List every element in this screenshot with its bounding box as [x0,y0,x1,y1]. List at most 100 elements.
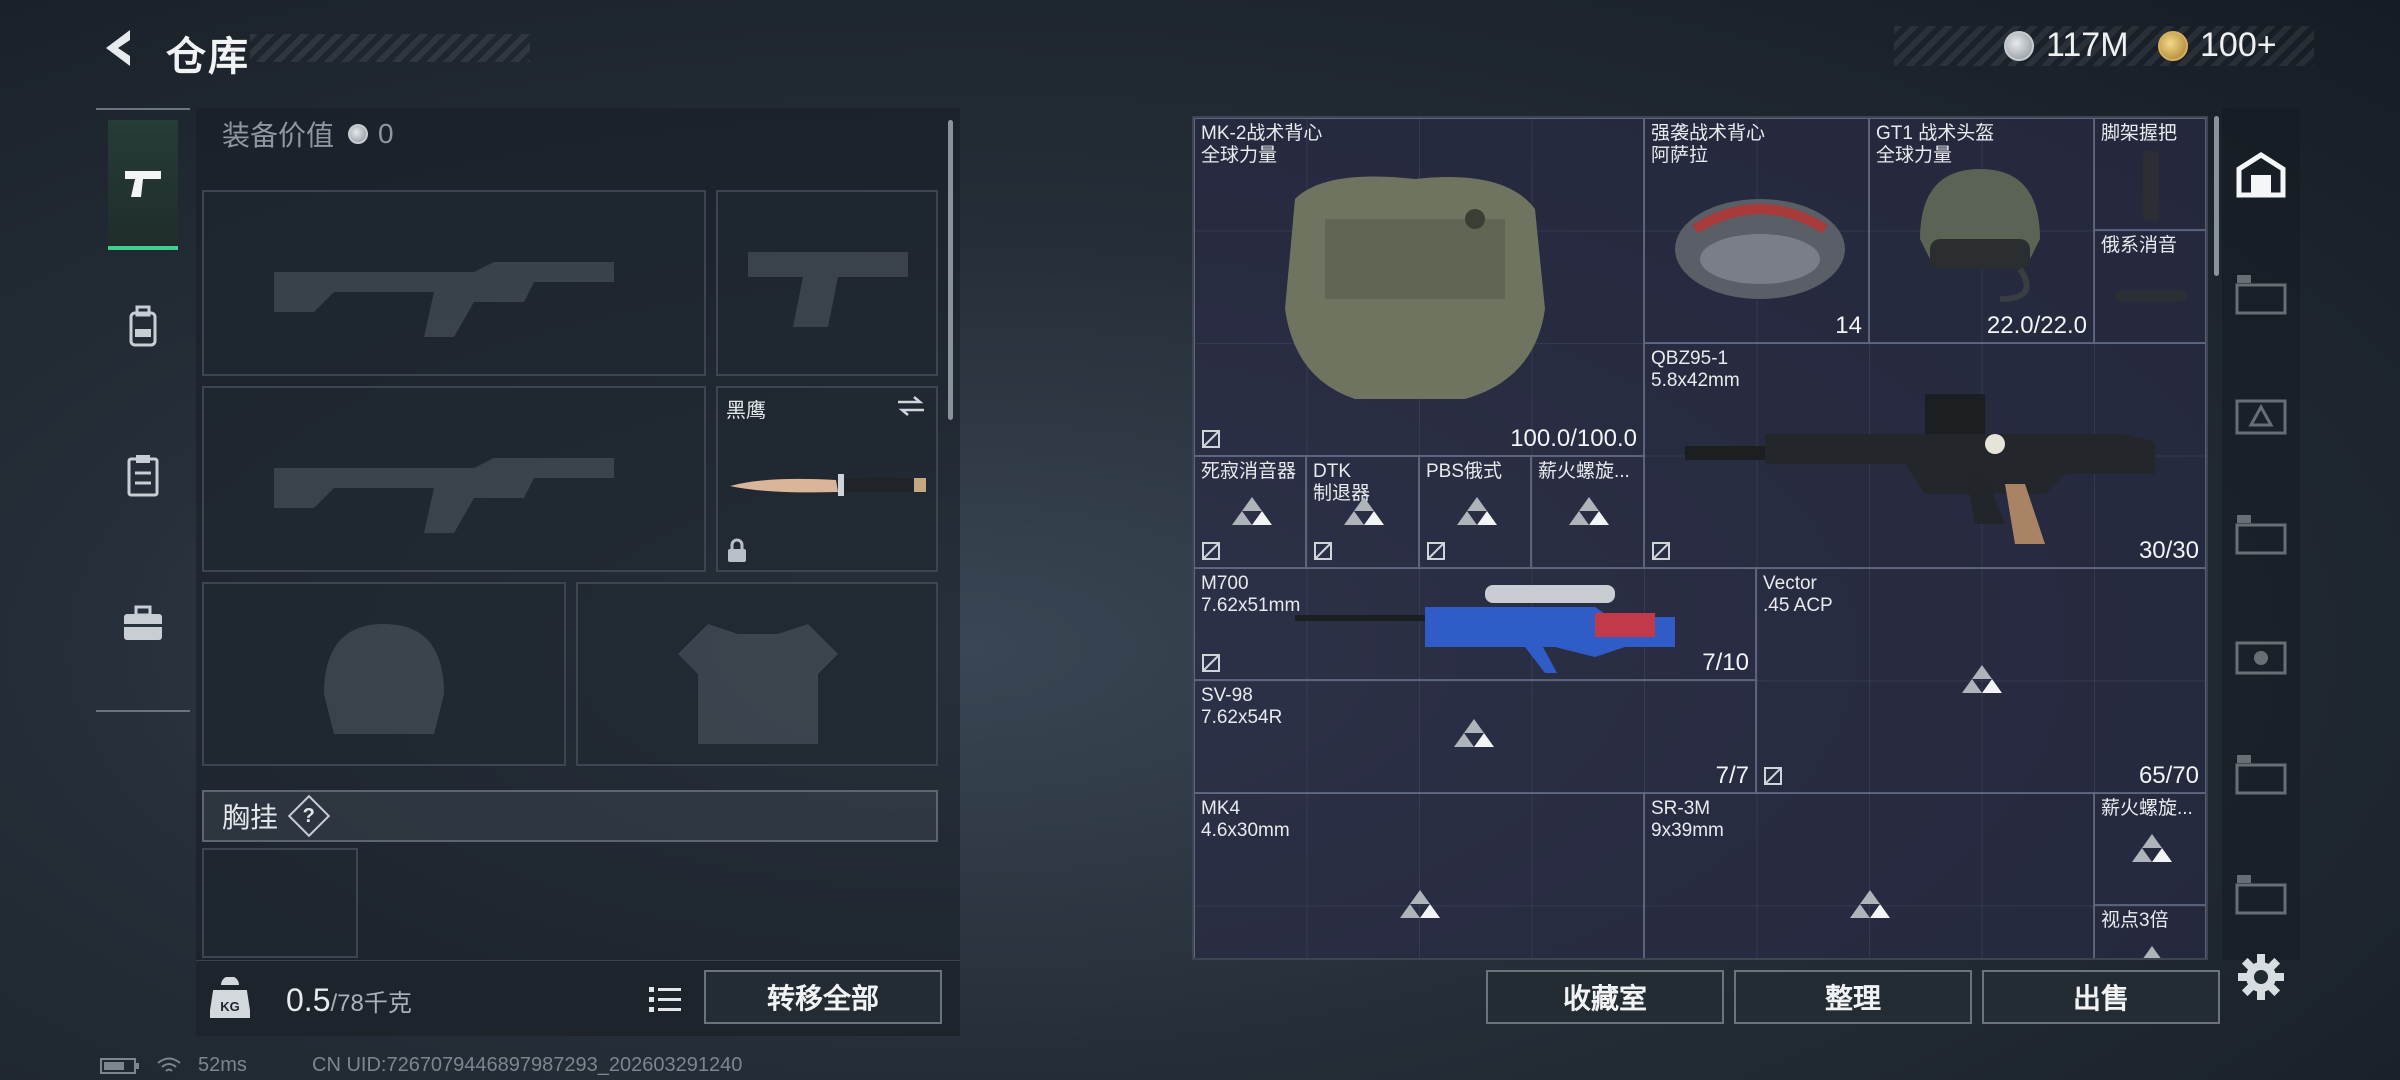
weight-current: 0.5 [286,982,331,1018]
storage-tab-case-5[interactable] [2230,624,2292,686]
backpack-icon [129,305,157,347]
storage-item-assault-backpack[interactable]: 强袭战术背心 阿萨拉 14 [1644,118,1869,343]
storage-item-spiral-2[interactable]: 薪火螺旋... [2094,793,2206,905]
melee-slot[interactable]: 黑鹰 [716,386,938,572]
equipment-scrollbar[interactable] [948,120,953,420]
list-icon [649,987,681,1012]
weight-readout: 0.5/78千克 [286,982,412,1019]
rarity-triangle-icon [1457,497,1497,525]
item-name: M700 7.62x51mm [1201,573,1301,616]
item-ammo: 7/7 [1715,762,1749,789]
currency-silver: 117M [2004,26,2129,65]
gold-coin-icon [2158,30,2188,61]
storage-item-spiral-1[interactable]: 薪火螺旋... [1531,456,1644,568]
chest-rig-header: 胸挂 ? [202,790,938,842]
primary-weapon-slot[interactable] [202,190,706,376]
silver-amount: 117M [2046,26,2129,64]
back-button[interactable] [96,22,148,74]
swap-icon[interactable] [896,394,926,418]
storage-item-bipod-grip[interactable]: 脚架握把 [2094,118,2206,230]
transfer-all-button[interactable]: 转移全部 [704,970,942,1024]
item-name: MK4 4.6x30mm [1201,798,1290,841]
storage-item-sr3m[interactable]: SR-3M 9x39mm [1644,793,2094,958]
weight-icon: KG [206,974,254,1022]
storage-item-gt1-helmet[interactable]: GT1 战术头盔 全球力量 22.0/22.0 [1869,118,2094,343]
weight-max: /78千克 [330,990,412,1017]
helmet-silhouette-icon [324,624,444,734]
equipment-value-amount: 0 [378,118,394,149]
no-insure-icon [1427,542,1445,560]
sort-button[interactable]: 整理 [1734,970,1972,1024]
case-tab-icon [2235,515,2287,555]
item-name: 死寂消音器 [1201,461,1297,482]
tab-backpack[interactable] [108,262,178,392]
clipboard-icon [127,455,159,497]
knife-icon [730,474,926,496]
storage-item-qbz95[interactable]: QBZ95-1 5.8x42mm 30/30 [1644,343,2206,568]
storage-tabs-rail [2222,108,2300,960]
briefcase-icon [124,605,162,640]
kg-badge-text: KG [220,999,240,1014]
grip-icon [2143,151,2159,221]
tab-armor[interactable] [108,410,178,540]
armor-slot[interactable] [576,582,938,766]
silver-coin-icon [2004,30,2034,61]
tab-cases[interactable] [108,558,178,688]
storage-item-dtk-brake[interactable]: DTK 制退器 [1306,456,1419,568]
currency-gold[interactable]: 100+ [2158,26,2277,65]
pistol-icon [125,171,161,197]
list-view-button[interactable] [640,976,690,1022]
helmet-tab-icon [2236,152,2286,198]
storage-grid: MK-2战术背心 全球力量 100.0/100.0 强袭战术背心 阿萨拉 14 … [1192,116,2208,960]
storage-tab-main[interactable] [2230,144,2292,206]
title-decoration [250,34,530,62]
storage-item-vector[interactable]: Vector .45 ACP 65/70 [1756,568,2206,793]
rarity-triangle-icon [2143,946,2161,958]
pistol-slot[interactable] [716,190,938,376]
storage-tab-case-2[interactable] [2230,384,2292,446]
rarity-triangle-icon [1962,665,2002,693]
sell-button[interactable]: 出售 [1982,970,2220,1024]
item-name: 视点3倍 [2101,910,2169,931]
chest-rig-label: 胸挂 [222,802,279,833]
item-ammo: 30/30 [2138,537,2199,564]
item-name: 俄系消音 [2101,235,2178,256]
storage-item-3x-scope[interactable]: 视点3倍 [2094,905,2206,958]
rifle-silhouette-icon [274,262,614,337]
storage-item-sv98[interactable]: SV-98 7.62x54R 7/7 [1194,680,1756,793]
item-name: Vector .45 ACP [1763,573,1833,616]
collection-room-button[interactable]: 收藏室 [1486,970,1724,1024]
storage-tab-case-6[interactable] [2230,744,2292,806]
melee-item-name: 黑鹰 [726,400,766,422]
storage-item-mk4[interactable]: MK4 4.6x30mm [1194,793,1644,958]
storage-item-pbs-suppressor[interactable]: PBS俄式 [1419,456,1531,568]
lock-icon [728,538,746,562]
no-insure-icon [1202,654,1220,672]
tab-weapons[interactable] [108,120,178,250]
rarity-triangle-icon [1569,497,1609,525]
help-icon[interactable]: ? [287,794,331,838]
storage-scrollbar[interactable] [2214,116,2219,276]
page-title: 仓库 [166,35,250,79]
no-insure-icon [1764,767,1782,785]
storage-tab-case-7[interactable] [2230,864,2292,926]
storage-tab-case-3[interactable] [2230,264,2292,326]
settings-button[interactable] [2236,952,2286,1002]
secondary-weapon-slot[interactable] [202,386,706,572]
status-bar: 52ms [100,1054,247,1077]
no-insure-icon [1314,542,1332,560]
case-tab-icon [2235,275,2287,315]
chest-rig-slot[interactable] [202,848,358,958]
storage-item-silent-suppressor[interactable]: 死寂消音器 [1194,456,1306,568]
storage-item-m700[interactable]: M700 7.62x51mm 7/10 [1194,568,1756,680]
storage-item-russian-suppressor[interactable]: 俄系消音 [2094,230,2206,343]
no-insure-icon [1202,430,1220,448]
storage-tab-case-4[interactable] [2230,504,2292,566]
item-name: PBS俄式 [1426,461,1503,482]
storage-item-mk2-vest[interactable]: MK-2战术背心 全球力量 100.0/100.0 [1194,118,1644,456]
rarity-triangle-icon [1400,890,1440,918]
item-durability: 100.0/100.0 [1510,425,1637,452]
item-name: SV-98 7.62x54R [1201,685,1283,728]
helmet-slot[interactable] [202,582,566,766]
item-name: SR-3M 9x39mm [1651,798,1724,841]
